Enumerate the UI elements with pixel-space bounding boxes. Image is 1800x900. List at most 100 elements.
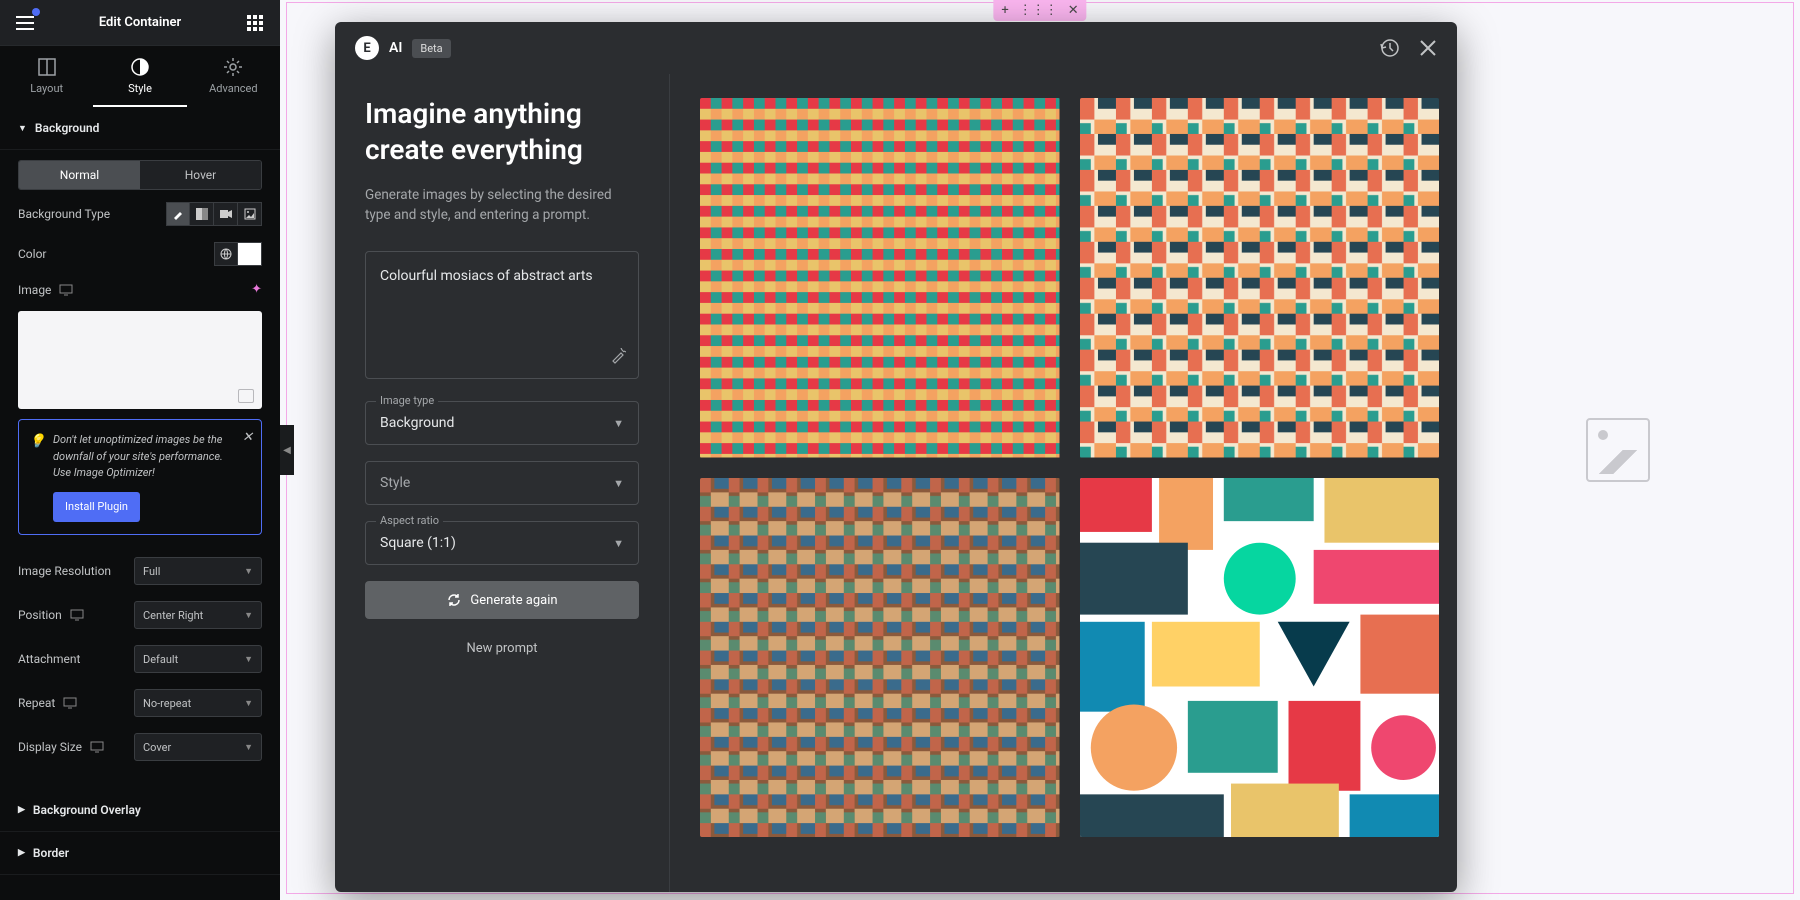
result-thumb[interactable]: [700, 98, 1060, 458]
layout-icon: [38, 58, 56, 76]
desktop-icon[interactable]: [70, 609, 84, 621]
editor-sidebar: Edit Container Layout Style Advanced ▼ B…: [0, 0, 280, 900]
prompt-input[interactable]: Colourful mosiacs of abstract arts: [365, 251, 639, 379]
tab-label: Advanced: [209, 82, 257, 95]
global-color-icon[interactable]: [214, 242, 238, 266]
label-position: Position: [18, 608, 84, 622]
row-color: Color: [0, 234, 280, 274]
prompt-text: Colourful mosiacs of abstract arts: [380, 266, 624, 287]
row-image: Image ✦: [0, 274, 280, 305]
seg-hover[interactable]: Hover: [140, 161, 261, 189]
tab-layout[interactable]: Layout: [0, 46, 93, 107]
select-aspect-ratio[interactable]: Aspect ratio Square (1:1) ▼: [365, 521, 639, 565]
close-tip-icon[interactable]: ✕: [242, 428, 253, 448]
widgets-grid-button[interactable]: [242, 10, 268, 36]
select-value: Center Right: [143, 609, 203, 622]
desktop-icon[interactable]: [63, 697, 77, 709]
desktop-icon[interactable]: [59, 284, 73, 296]
bg-slideshow-icon[interactable]: [238, 202, 262, 226]
caret-down-icon: ▼: [613, 477, 624, 490]
label-repeat: Repeat: [18, 696, 77, 710]
section-border[interactable]: ▶ Border: [0, 832, 280, 875]
image-upload-area[interactable]: [18, 311, 262, 409]
history-icon[interactable]: [1379, 38, 1399, 58]
refresh-icon: [446, 592, 462, 608]
optimizer-tip: 💡 ✕ Don't let unoptimized images be the …: [18, 419, 262, 535]
modal-header: E AI Beta: [335, 22, 1457, 74]
color-swatch[interactable]: [238, 242, 262, 266]
row-repeat: Repeat No-repeat▼: [0, 681, 280, 725]
close-modal-icon[interactable]: [1419, 39, 1437, 57]
desktop-icon[interactable]: [90, 741, 104, 753]
row-display-size: Display Size Cover▼: [0, 725, 280, 769]
drag-icon[interactable]: ⋮⋮⋮: [1019, 3, 1058, 18]
section-label: Background: [35, 121, 99, 135]
float-label: Aspect ratio: [376, 514, 443, 527]
add-icon[interactable]: +: [1001, 3, 1008, 18]
seg-normal[interactable]: Normal: [19, 161, 140, 189]
new-prompt-button[interactable]: New prompt: [365, 633, 639, 664]
label-text: Position: [18, 608, 62, 622]
ai-sparkle-icon[interactable]: ✦: [251, 282, 262, 297]
tab-label: Layout: [30, 82, 63, 95]
select-image-type[interactable]: Image type Background ▼: [365, 401, 639, 445]
result-thumb[interactable]: [700, 478, 1060, 838]
label-attachment: Attachment: [18, 652, 80, 666]
install-plugin-button[interactable]: Install Plugin: [53, 492, 140, 523]
caret-down-icon: ▼: [244, 610, 253, 621]
select-value: Square (1:1): [380, 535, 613, 551]
select-value: Full: [143, 565, 160, 578]
select-repeat[interactable]: No-repeat▼: [134, 689, 262, 717]
row-bg-type: Background Type: [0, 194, 280, 234]
result-thumb[interactable]: [1080, 478, 1440, 838]
sidebar-title: Edit Container: [99, 15, 181, 30]
row-attachment: Attachment Default ▼: [0, 637, 280, 681]
color-group: [214, 242, 262, 266]
modal-body: Imagine anything create everything Gener…: [335, 74, 1457, 892]
label-color: Color: [18, 247, 46, 261]
close-icon[interactable]: ✕: [1068, 3, 1079, 18]
select-placeholder: Style: [380, 475, 613, 491]
modal-subtitle: Generate images by selecting the desired…: [365, 185, 639, 226]
label-text: Image: [18, 283, 51, 297]
sidebar-tabs: Layout Style Advanced: [0, 46, 280, 107]
select-style[interactable]: Style ▼: [365, 461, 639, 505]
tab-advanced[interactable]: Advanced: [187, 46, 280, 107]
caret-down-icon: ▼: [613, 417, 624, 430]
bg-video-icon[interactable]: [214, 202, 238, 226]
generate-again-button[interactable]: Generate again: [365, 581, 639, 619]
select-display-size[interactable]: Cover▼: [134, 733, 262, 761]
label-image: Image: [18, 283, 73, 297]
section-bg-overlay[interactable]: ▶ Background Overlay: [0, 789, 280, 832]
caret-right-icon: ▶: [18, 848, 25, 858]
caret-down-icon: ▼: [244, 654, 253, 665]
tip-text: Don't let unoptimized images be the down…: [53, 433, 223, 479]
label-bg-type: Background Type: [18, 207, 110, 221]
caret-right-icon: ▶: [18, 805, 25, 815]
result-thumb[interactable]: [1080, 98, 1440, 458]
elementor-logo-icon: E: [355, 36, 379, 60]
select-value: Default: [143, 653, 178, 666]
select-value: No-repeat: [143, 697, 191, 710]
select-attachment[interactable]: Default ▼: [134, 645, 262, 673]
style-icon: [131, 58, 149, 76]
select-position[interactable]: Center Right ▼: [134, 601, 262, 629]
enhance-prompt-icon[interactable]: [610, 348, 626, 368]
sidebar-header: Edit Container: [0, 0, 280, 46]
lightbulb-icon: 💡: [29, 432, 45, 452]
tab-label: Style: [128, 82, 152, 95]
bg-classic-icon[interactable]: [166, 202, 190, 226]
section-background[interactable]: ▼ Background: [0, 107, 280, 150]
collapse-sidebar-button[interactable]: ◀: [280, 425, 294, 475]
menu-button[interactable]: [12, 10, 38, 36]
select-resolution[interactable]: Full▼: [134, 557, 262, 585]
modal-left-panel: Imagine anything create everything Gener…: [335, 74, 670, 892]
label-text: Repeat: [18, 696, 55, 710]
ai-label: AI: [389, 40, 402, 56]
image-placeholder-icon: [1586, 418, 1650, 482]
section-label: Background Overlay: [33, 803, 141, 817]
element-toolbar: + ⋮⋮⋮ ✕: [993, 0, 1086, 21]
select-value: Cover: [143, 741, 171, 754]
bg-gradient-icon[interactable]: [190, 202, 214, 226]
tab-style[interactable]: Style: [93, 46, 186, 107]
